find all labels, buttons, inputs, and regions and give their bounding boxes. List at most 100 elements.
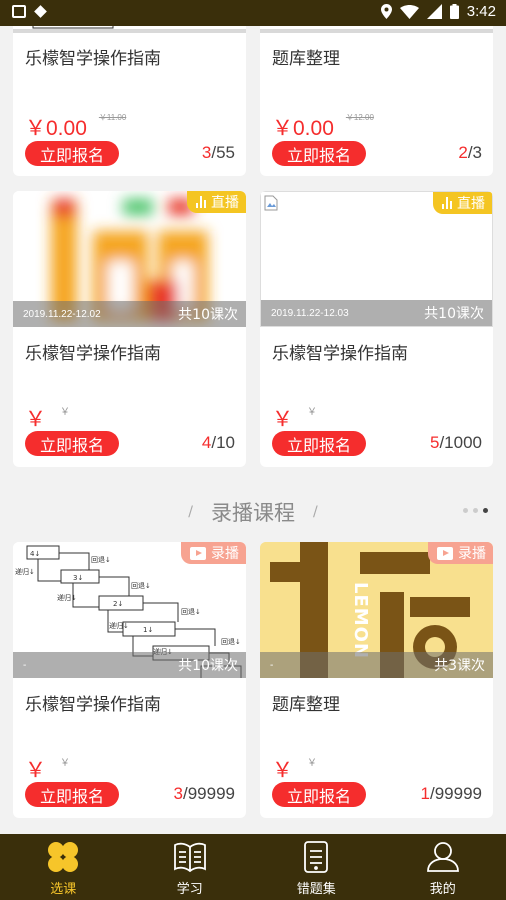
original-price: ￥11.00 — [98, 113, 127, 122]
current-price: ￥0.00 — [272, 117, 334, 140]
broken-image-icon — [264, 195, 278, 211]
original-price: ￥ — [60, 758, 70, 769]
course-card[interactable]: 乐檬智学操作指南 ￥0.00 ￥11.00 立即报名 3/55 — [13, 26, 246, 176]
course-dates: - — [270, 659, 274, 671]
page-indicator[interactable] — [463, 508, 488, 513]
book-icon — [173, 842, 206, 873]
course-price: ￥0.00 ￥12.00 — [272, 112, 374, 142]
enrollment-count: 3/99999 — [173, 784, 235, 803]
tab-mistakes[interactable]: 错题集 — [253, 834, 380, 900]
course-price: ￥ ￥ — [272, 403, 317, 433]
live-icon — [196, 196, 206, 208]
flow-node-label: 3↓ — [73, 574, 83, 582]
profile-icon — [426, 842, 459, 872]
enrollment-count: 3/55 — [201, 143, 235, 162]
course-price: ￥ ￥ — [25, 403, 70, 433]
live-badge: 直播 — [433, 192, 492, 214]
original-price: ￥12.00 — [345, 113, 374, 122]
course-card[interactable]: 题库整理 ￥0.00 ￥12.00 立即报名 2/3 — [260, 26, 493, 176]
tab-study[interactable]: 学习 — [127, 834, 254, 900]
current-price: ￥ — [272, 408, 293, 431]
course-info-bar: 2019.11.22-12.02 共10课次 — [13, 301, 246, 327]
play-icon — [437, 546, 453, 560]
section-slash-right: / — [313, 504, 318, 520]
original-price: ￥ — [307, 758, 317, 769]
tab-course-select[interactable]: 选课 — [0, 834, 127, 900]
course-title: 乐檬智学操作指南 — [25, 344, 161, 364]
course-thumbnail: LEMON 录播 - 共3课次 — [260, 542, 493, 678]
enrollment-count: 5/1000 — [429, 433, 482, 452]
course-info-bar: 2019.11.22-12.03 共10课次 — [261, 300, 492, 326]
cellular-signal-icon — [426, 4, 442, 19]
course-thumbnail: 直播 2019.11.22-12.02 共10课次 — [13, 191, 246, 327]
tab-label: 学习 — [176, 882, 203, 897]
course-card[interactable]: 直播 2019.11.22-12.03 共10课次 乐檬智学操作指南 ￥ ￥ 立… — [260, 191, 493, 467]
current-price: ￥ — [272, 759, 293, 782]
course-title: 乐檬智学操作指南 — [272, 344, 408, 364]
flow-node-label: 回退↓ — [221, 637, 241, 646]
mistakes-icon — [304, 841, 329, 873]
tab-profile[interactable]: 我的 — [380, 834, 506, 900]
enroll-button[interactable]: 立即报名 — [272, 141, 366, 166]
live-badge: 直播 — [187, 191, 246, 213]
course-title: 题库整理 — [272, 49, 340, 69]
recorded-badge: 录播 — [428, 542, 493, 564]
status-time: 3:42 — [466, 3, 496, 20]
lesson-count: 共10课次 — [178, 658, 238, 674]
flow-node-label: 1↓ — [143, 626, 153, 634]
flow-node-label: 递归↓ — [109, 621, 129, 630]
tab-label: 我的 — [429, 882, 456, 897]
course-card[interactable]: 4↓ 3↓ 2↓ 1↓ 回退↓ 回退↓ 回退↓ 递归↓ 递归↓ 递归↓ 递归↓ … — [13, 542, 246, 818]
tab-label: 选课 — [50, 882, 77, 897]
course-thumbnail: 直播 2019.11.22-12.03 共10课次 — [260, 191, 493, 327]
notification-icon — [12, 5, 26, 18]
original-price: ￥ — [307, 407, 317, 418]
flow-node-label: 回退↓ — [131, 581, 151, 590]
battery-icon — [449, 4, 459, 19]
lesson-count: 共10课次 — [178, 307, 238, 323]
flow-node-label: 2↓ — [113, 600, 123, 608]
course-thumbnail — [260, 26, 493, 33]
flow-node-label: 回退↓ — [91, 555, 111, 564]
course-scroll-area[interactable]: 乐檬智学操作指南 ￥0.00 ￥11.00 立即报名 3/55 题库整理 ￥0.… — [0, 26, 506, 834]
enrollment-count: 1/99999 — [420, 784, 482, 803]
course-dates: 2019.11.22-12.02 — [23, 308, 101, 320]
course-price: ￥0.00 ￥11.00 — [25, 112, 126, 142]
location-icon — [380, 4, 392, 19]
enroll-button[interactable]: 立即报名 — [272, 782, 366, 807]
course-price: ￥ ￥ — [272, 754, 317, 784]
enroll-button[interactable]: 立即报名 — [25, 782, 119, 807]
recorded-courses-header: / 录播课程 / — [0, 492, 506, 532]
current-price: ￥0.00 — [25, 117, 87, 140]
enroll-button[interactable]: 立即报名 — [272, 431, 366, 456]
bottom-tab-bar: 选课 学习 错题集 我的 — [0, 834, 506, 900]
current-price: ￥ — [25, 408, 46, 431]
course-dates: - — [23, 659, 27, 671]
enrollment-count: 2/3 — [458, 143, 482, 162]
flow-node-label: 4↓ — [30, 550, 40, 558]
course-thumbnail — [13, 26, 246, 33]
signal-diamond-icon — [34, 5, 47, 18]
lemon-logo-text: LEMON — [350, 582, 371, 659]
recorded-badge: 录播 — [181, 542, 246, 564]
lesson-count: 共10课次 — [424, 306, 484, 322]
play-icon — [190, 546, 206, 560]
course-info-bar: - 共10课次 — [13, 652, 246, 678]
section-slash-left: / — [188, 504, 193, 520]
enroll-button[interactable]: 立即报名 — [25, 431, 119, 456]
course-select-icon — [48, 842, 79, 872]
enroll-button[interactable]: 立即报名 — [25, 141, 119, 166]
course-card[interactable]: LEMON 录播 - 共3课次 题库整理 ￥ ￥ 立即报名 1/99999 — [260, 542, 493, 818]
course-card[interactable]: 直播 2019.11.22-12.02 共10课次 乐檬智学操作指南 ￥ ￥ 立… — [13, 191, 246, 467]
course-title: 乐檬智学操作指南 — [25, 49, 161, 69]
course-title: 乐檬智学操作指南 — [25, 695, 161, 715]
live-icon — [442, 197, 452, 209]
flow-node-label: 递归↓ — [57, 593, 77, 602]
status-bar: 3:42 — [0, 0, 506, 26]
enrollment-count: 4/10 — [201, 433, 235, 452]
flow-node-label: 递归↓ — [15, 567, 35, 576]
course-price: ￥ ￥ — [25, 754, 70, 784]
current-price: ￥ — [25, 759, 46, 782]
lesson-count: 共3课次 — [434, 658, 485, 674]
wifi-icon — [399, 4, 419, 19]
